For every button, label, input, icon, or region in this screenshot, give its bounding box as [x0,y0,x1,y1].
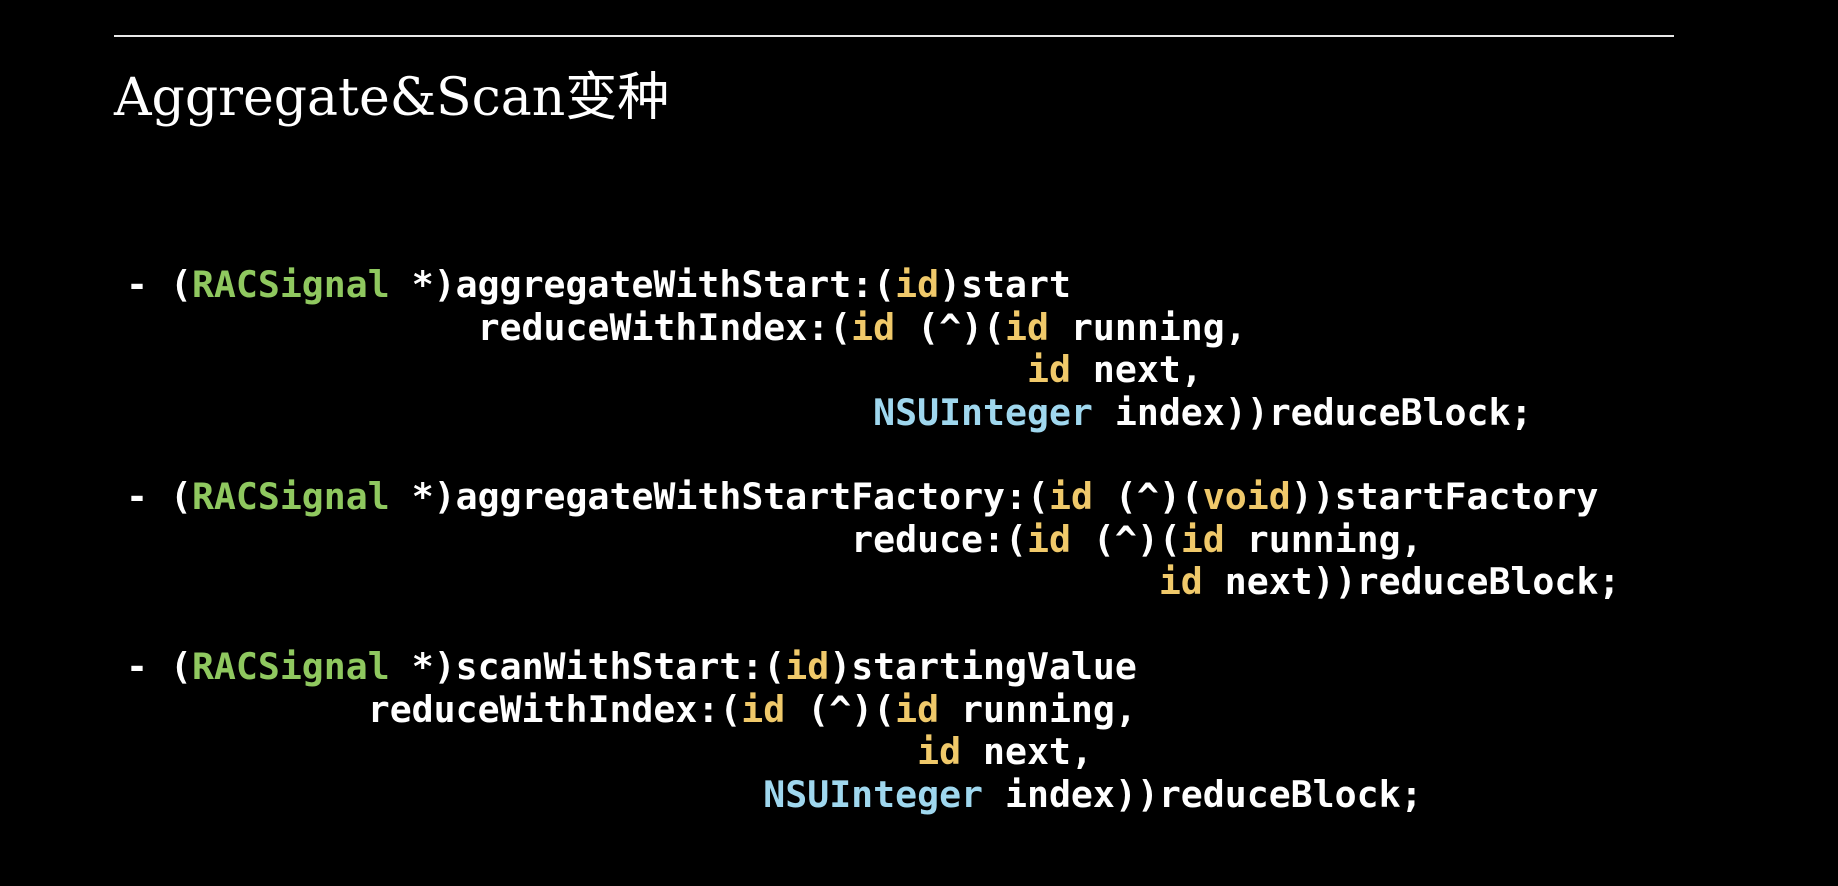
class-name-token: RACSignal [191,475,390,518]
keyword-token: id [895,263,940,306]
code-block-scan-with-start: - (RACSignal *)scanWithStart:(id)startin… [126,645,1423,816]
keyword-token: id [895,687,940,731]
code-text: reduce:( [126,517,1027,561]
code-text: next))reduceBlock; [1202,560,1621,603]
code-text: reduceWithIndex:( [126,305,852,349]
code-line: reduceWithIndex:(id (^)(id running, [126,306,1247,349]
keyword-token: id [1180,517,1225,561]
keyword-token: id [1026,348,1071,391]
code-line: NSUInteger index))reduceBlock; [126,391,1532,434]
code-text: )start [939,263,1071,306]
code-text: running, [1048,305,1247,349]
code-block-aggregate-with-start: - (RACSignal *)aggregateWithStart:(id)st… [126,263,1532,434]
code-text: - ( [126,475,192,518]
type-name-token: NSUInteger [873,390,1093,434]
code-line: reduceWithIndex:(id (^)(id running, [126,688,1137,731]
code-line: - (RACSignal *)scanWithStart:(id)startin… [126,645,1137,688]
code-text: (^)( [785,687,896,731]
code-text: *)scanWithStart:( [389,645,786,688]
code-text: index))reduceBlock; [1092,390,1533,434]
keyword-token: void [1202,475,1291,518]
code-text: ))startFactory [1290,475,1599,518]
keyword-token: id [851,305,896,349]
keyword-token: id [917,730,962,773]
code-text: )startingValue [829,645,1137,688]
code-text: running, [939,687,1137,731]
code-text: next, [1070,348,1203,391]
keyword-token: id [741,687,786,731]
code-line: - (RACSignal *)aggregateWithStartFactory… [126,475,1598,518]
code-text: (^)( [1070,517,1181,561]
code-text: running, [1224,517,1423,561]
code-text: reduceWithIndex:( [126,687,742,731]
code-line: - (RACSignal *)aggregateWithStart:(id)st… [126,263,1071,306]
title-divider [114,35,1674,37]
code-line: id next, [126,348,1203,391]
code-text: - ( [126,263,192,306]
code-line: NSUInteger index))reduceBlock; [126,772,1423,816]
code-text: next, [961,730,1093,773]
slide-title: Aggregate&Scan变种 [114,68,670,128]
code-line: id next))reduceBlock; [126,560,1620,603]
keyword-token: id [785,645,830,688]
code-text: *)aggregateWithStartFactory:( [389,475,1049,518]
keyword-token: id [1026,517,1071,561]
code-text: index))reduceBlock; [983,772,1423,816]
code-text: (^)( [895,305,1005,349]
code-text: *)aggregateWithStart:( [389,263,896,306]
code-line: reduce:(id (^)(id running, [126,517,1423,561]
code-line: id next, [126,730,1093,773]
code-text: - ( [126,645,192,688]
keyword-token: id [1005,305,1049,349]
keyword-token: id [1048,475,1093,518]
keyword-token: id [1158,560,1203,603]
type-name-token: NSUInteger [763,772,984,816]
code-text: (^)( [1092,475,1203,518]
class-name-token: RACSignal [191,645,390,688]
class-name-token: RACSignal [191,263,390,306]
code-block-aggregate-with-start-factory: - (RACSignal *)aggregateWithStartFactory… [126,475,1620,604]
